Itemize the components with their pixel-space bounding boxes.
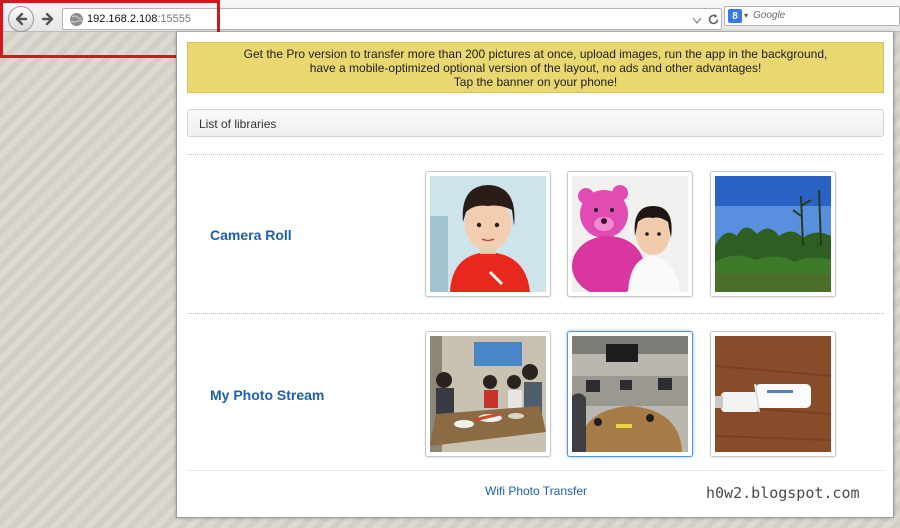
girl-red-shirt-photo xyxy=(430,176,546,292)
thumbnail-office-room[interactable] xyxy=(567,331,693,457)
banner-line-1: Get the Pro version to transfer more tha… xyxy=(243,47,828,61)
url-text[interactable]: 192.168.2.108:15555 xyxy=(87,13,191,25)
web-page: Get the Pro version to transfer more tha… xyxy=(176,32,894,518)
dropdown-icon[interactable] xyxy=(691,14,703,26)
libraries-header: List of libraries xyxy=(187,109,884,137)
search-bar[interactable]: 8 ▾ Google xyxy=(724,6,900,26)
banner-line-3: Tap the banner on your phone! xyxy=(453,75,618,89)
back-button[interactable] xyxy=(8,6,34,32)
reload-icon[interactable] xyxy=(707,13,720,26)
thumbnail-girl-pink-teddy[interactable] xyxy=(567,171,693,297)
wifi-photo-transfer-link[interactable]: Wifi Photo Transfer xyxy=(485,484,587,498)
browser-toolbar: 192.168.2.108:15555 8 ▾ Google xyxy=(0,0,900,32)
divider xyxy=(187,154,884,155)
divider xyxy=(187,470,884,471)
url-bar[interactable]: 192.168.2.108:15555 xyxy=(62,8,722,30)
url-port: :15555 xyxy=(157,13,192,25)
search-placeholder: Google xyxy=(753,10,786,21)
globe-icon xyxy=(70,13,83,26)
banner-line-2: have a mobile-optimized optional version… xyxy=(309,61,762,75)
arrow-left-icon xyxy=(15,12,28,26)
girl-pink-teddy-photo xyxy=(572,176,688,292)
trees-sky-photo xyxy=(715,176,831,292)
group-dinner-photo xyxy=(430,336,546,452)
thumbnail-group-dinner[interactable] xyxy=(425,331,551,457)
office-room-photo xyxy=(572,336,688,452)
thumbnail-girl-red-shirt[interactable] xyxy=(425,171,551,297)
divider xyxy=(187,313,884,314)
thumbnail-usb-modem[interactable] xyxy=(710,331,836,457)
library-title-camera-roll[interactable]: Camera Roll xyxy=(210,227,292,243)
search-engine-dropdown-icon[interactable]: ▾ xyxy=(744,11,748,20)
pro-version-banner[interactable]: Get the Pro version to transfer more tha… xyxy=(187,42,884,93)
search-engine-icon[interactable]: 8 xyxy=(728,9,742,23)
thumbnail-trees-sky[interactable] xyxy=(710,171,836,297)
usb-modem-photo xyxy=(715,336,831,452)
url-host: 192.168.2.108 xyxy=(87,13,158,25)
arrow-right-icon xyxy=(41,12,54,26)
watermark: h0w2.blogspot.com xyxy=(706,484,860,502)
forward-button[interactable] xyxy=(38,9,58,29)
library-title-my-photo-stream[interactable]: My Photo Stream xyxy=(210,387,324,403)
